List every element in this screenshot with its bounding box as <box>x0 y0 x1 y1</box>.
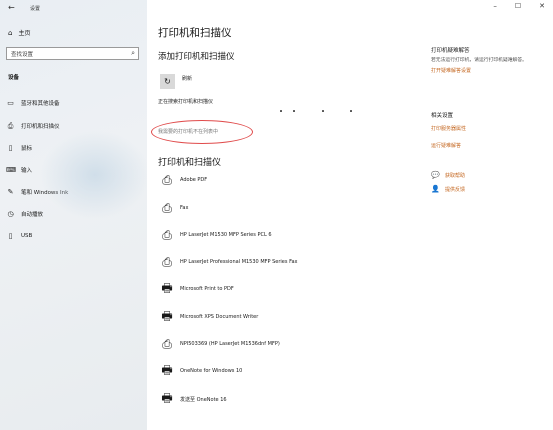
sidebar-item-label: 蓝牙和其他设备 <box>21 101 60 107</box>
get-help-label: 获取帮助 <box>445 172 466 179</box>
feedback-link[interactable]: 👤 提供反馈 <box>431 185 465 193</box>
printer-name: Microsoft Print to PDF <box>180 286 234 292</box>
keyboard-icon: ⌨ <box>6 166 17 174</box>
home-icon: ⌂ <box>8 28 13 37</box>
list-heading: 打印机和扫描仪 <box>158 158 222 168</box>
printer-icon: ⎙ <box>7 121 14 130</box>
progress-dot <box>280 110 282 112</box>
get-help-link[interactable]: 💬 获取帮助 <box>431 171 465 179</box>
sidebar-item-label: 笔和 Windows Ink <box>21 190 69 196</box>
printer-item[interactable]: ⎙ HP LaserJet M1530 MFP Series PCL 6 <box>158 226 272 244</box>
sidebar-item-mouse[interactable]: ▯ 鼠标 <box>6 142 32 154</box>
printer-icon: ⎙ <box>162 227 172 242</box>
usb-icon: ▯ <box>8 232 13 240</box>
print-server-link[interactable]: 打印服务器属性 <box>431 125 541 132</box>
printer-icon: ⎙ <box>162 336 172 351</box>
search-icon: ⌕ <box>131 49 135 57</box>
bluetooth-icon: ▭ <box>7 99 14 107</box>
window-controls: – ☐ ✕ <box>493 2 545 10</box>
sidebar-item-usb[interactable]: ▯ USB <box>6 230 33 242</box>
window-title: 设置 <box>30 6 41 12</box>
printer-name: Fax <box>180 205 189 211</box>
back-arrow-icon[interactable]: ← <box>8 3 15 12</box>
progress-dot <box>322 110 324 112</box>
refresh-label: 刷新 <box>182 76 193 82</box>
printer-icon: ⎙ <box>162 200 172 215</box>
printer-item[interactable]: 🖶 OneNote for Windows 10 <box>158 362 242 380</box>
run-troubleshooter-link[interactable]: 运行疑难解答 <box>431 142 541 149</box>
feedback-label: 提供反馈 <box>445 186 466 193</box>
progress-dot <box>350 110 352 112</box>
document-printer-icon: 🖶 <box>161 308 173 323</box>
printer-item[interactable]: ⎙ Adobe PDF <box>158 171 207 189</box>
sidebar-item-bluetooth[interactable]: ▭ 蓝牙和其他设备 <box>6 97 60 109</box>
sidebar-home[interactable]: ⌂ 主页 <box>8 28 31 38</box>
printer-name: OneNote for Windows 10 <box>180 368 243 374</box>
sidebar-item-label: 自动播放 <box>21 212 44 218</box>
troubleshoot-panel: 打印机疑难解答 若无法运行打印机，请运行打印机疑难解答。 打开疑难解答设置 <box>431 46 541 74</box>
section-label: 设备 <box>8 75 20 81</box>
chat-help-icon: 💬 <box>431 171 440 179</box>
sidebar-item-pen[interactable]: ✎ 笔和 Windows Ink <box>6 186 69 198</box>
document-printer-icon: 🖶 <box>161 280 173 295</box>
refresh-button[interactable]: ↻ <box>160 74 175 89</box>
printer-item[interactable]: 🖶 发送至 OneNote 16 <box>158 390 227 408</box>
printer-item[interactable]: 🖶 Microsoft Print to PDF <box>158 280 234 298</box>
add-heading: 添加打印机和扫描仪 <box>158 52 235 62</box>
sidebar-item-autoplay[interactable]: ◷ 自动播放 <box>6 208 43 220</box>
sidebar-item-label: 输入 <box>21 168 33 174</box>
printer-item[interactable]: 🖶 Microsoft XPS Document Writer <box>158 308 258 326</box>
related-heading: 相关设置 <box>431 113 454 119</box>
sidebar: ← 设置 ⌂ 主页 查找设置 ⌕ 设备 ▭ 蓝牙和其他设备 ⎙ 打印机和扫描仪 … <box>0 0 150 430</box>
sidebar-item-label: USB <box>21 233 33 239</box>
refresh-icon: ↻ <box>164 77 171 86</box>
sidebar-item-input[interactable]: ⌨ 输入 <box>6 164 32 176</box>
annotation-circle <box>151 120 253 144</box>
maximize-icon[interactable]: ☐ <box>515 2 521 10</box>
printer-name: NPI503369 (HP LaserJet M1536dnf MFP) <box>180 341 280 347</box>
printer-icon: ⎙ <box>162 254 172 269</box>
document-printer-icon: 🖶 <box>161 362 173 377</box>
troubleshoot-text: 若无法运行打印机，请运行打印机疑难解答。 <box>431 58 527 63</box>
sidebar-item-label: 鼠标 <box>21 146 33 152</box>
printer-icon: ⎙ <box>162 172 172 187</box>
printer-name: Microsoft XPS Document Writer <box>180 314 259 320</box>
searching-status: 正在搜索打印机和扫描仪 <box>158 99 214 105</box>
mouse-icon: ▯ <box>8 144 13 152</box>
sidebar-item-label: 打印机和扫描仪 <box>21 124 60 130</box>
autoplay-icon: ◷ <box>7 210 14 218</box>
related-settings-panel: 相关设置 打印服务器属性 运行疑难解答 <box>431 111 541 149</box>
search-placeholder: 查找设置 <box>11 52 34 58</box>
printer-name: HP LaserJet M1530 MFP Series PCL 6 <box>180 232 272 238</box>
printer-name: Adobe PDF <box>180 177 208 183</box>
sidebar-item-printers[interactable]: ⎙ 打印机和扫描仪 <box>6 120 60 132</box>
printer-item[interactable]: ⎙ Fax <box>158 199 188 217</box>
troubleshoot-settings-link[interactable]: 打开疑难解答设置 <box>431 67 541 74</box>
printer-name: HP LaserJet Professional M1530 MFP Serie… <box>180 259 298 265</box>
printer-item[interactable]: ⎙ HP LaserJet Professional M1530 MFP Ser… <box>158 253 298 271</box>
progress-dot <box>293 110 295 112</box>
document-printer-icon: 🖶 <box>161 390 173 405</box>
minimize-icon[interactable]: – <box>493 2 497 10</box>
page-title: 打印机和扫描仪 <box>158 27 232 39</box>
main-content: – ☐ ✕ 打印机和扫描仪 添加打印机和扫描仪 ↻ 刷新 正在搜索打印机和扫描仪… <box>147 0 553 430</box>
printer-name: 发送至 OneNote 16 <box>180 396 227 403</box>
printer-item[interactable]: ⎙ NPI503369 (HP LaserJet M1536dnf MFP) <box>158 335 280 353</box>
home-label: 主页 <box>18 30 31 37</box>
search-input[interactable]: 查找设置 ⌕ <box>6 47 139 60</box>
close-icon[interactable]: ✕ <box>539 2 545 10</box>
troubleshoot-heading: 打印机疑难解答 <box>431 48 470 54</box>
pen-icon: ✎ <box>7 188 14 196</box>
feedback-icon: 👤 <box>431 185 440 193</box>
